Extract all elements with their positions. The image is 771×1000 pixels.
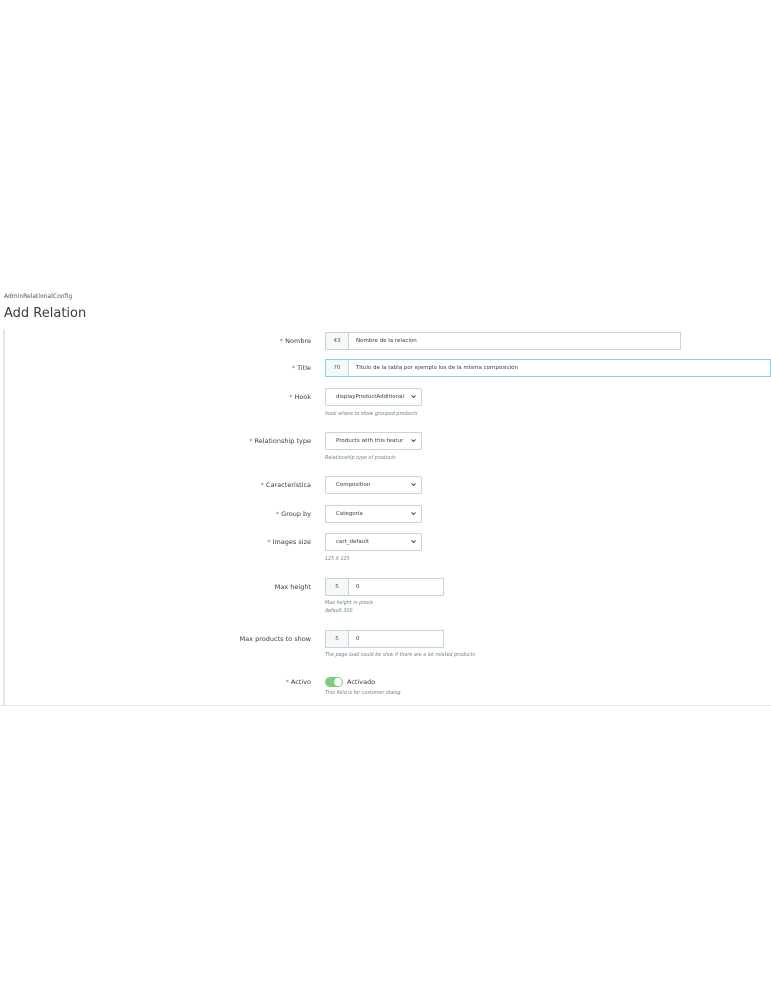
required-marker: * xyxy=(275,510,280,518)
hook-label: * Hook xyxy=(289,393,311,401)
chevron-down-icon xyxy=(411,439,416,443)
hook-select[interactable]: displayProductAdditional xyxy=(325,388,422,406)
max-products-help: The page load could be slow if there are… xyxy=(325,653,476,658)
title-char-counter: 70 xyxy=(326,360,349,376)
group-by-selected-value: Categoría xyxy=(336,511,363,517)
toggle-knob xyxy=(334,678,342,686)
images-size-help: 125 X 125 xyxy=(325,557,350,562)
title-label: * Title xyxy=(291,364,311,372)
activo-label: * Activo xyxy=(285,678,311,686)
breadcrumb[interactable]: AdminRelationalConfig xyxy=(4,293,72,300)
form-panel: * Nombre 43 Nombre de la relación * Title … xyxy=(0,329,771,706)
group-by-label: * Group by xyxy=(275,510,311,518)
toggle-switch[interactable] xyxy=(325,677,343,687)
max-height-counter: 5 xyxy=(326,579,349,595)
activo-state-label: Activado xyxy=(347,678,376,686)
chevron-down-icon xyxy=(411,540,416,544)
page-title: Add Relation xyxy=(4,306,87,321)
required-marker: * xyxy=(267,538,271,546)
chevron-down-icon xyxy=(411,483,416,487)
chevron-down-icon xyxy=(411,512,416,516)
max-height-help-line1: Max height in pixels xyxy=(325,601,374,606)
max-height-help: Max height in pixels default 300 xyxy=(325,600,444,616)
panel-left-border xyxy=(3,329,5,705)
max-height-label: Max height xyxy=(274,583,311,591)
activo-help: This field is for customer dialog xyxy=(325,691,401,696)
title-input[interactable]: 70 Titulo de la tabla por ejemplo los de… xyxy=(325,359,771,377)
chevron-down-icon xyxy=(411,395,416,399)
required-marker: * xyxy=(279,337,284,345)
max-height-value[interactable]: 0 xyxy=(349,579,360,595)
nombre-value[interactable]: Nombre de la relación xyxy=(349,333,417,349)
max-products-label: Max products to show xyxy=(239,635,311,643)
required-marker: * xyxy=(249,437,253,445)
images-size-selected-value: cart_default xyxy=(336,539,369,545)
required-marker: * xyxy=(289,393,293,401)
nombre-input[interactable]: 43 Nombre de la relación xyxy=(325,332,681,350)
max-products-input[interactable]: 5 0 xyxy=(325,630,444,648)
max-height-input[interactable]: 5 0 xyxy=(325,578,444,596)
required-marker: * xyxy=(260,481,264,489)
relationship-type-selected-value: Products with this featur xyxy=(336,438,404,444)
title-value[interactable]: Titulo de la tabla por ejemplo los de la… xyxy=(349,360,518,376)
activo-toggle[interactable]: Activado xyxy=(325,677,401,687)
max-height-help-line2: default 300 xyxy=(325,609,353,614)
relationship-type-label: * Relationship type xyxy=(249,437,311,445)
max-products-value[interactable]: 0 xyxy=(349,631,360,647)
max-products-counter: 5 xyxy=(326,631,349,647)
hook-selected-value: displayProductAdditional xyxy=(336,394,405,400)
caracteristica-label: * Característica xyxy=(260,481,311,489)
required-marker: * xyxy=(285,678,289,686)
relationship-type-select[interactable]: Products with this featur xyxy=(325,432,422,450)
required-marker: * xyxy=(291,364,296,372)
caracteristica-selected-value: Composition xyxy=(336,482,371,488)
images-size-select[interactable]: cart_default xyxy=(325,533,422,551)
hook-help: hook where to show grouped products xyxy=(325,412,418,417)
nombre-char-counter: 43 xyxy=(326,333,349,349)
group-by-select[interactable]: Categoría xyxy=(325,505,422,523)
relationship-type-help: Relationship type of products xyxy=(325,456,396,461)
caracteristica-select[interactable]: Composition xyxy=(325,476,422,494)
images-size-label: * Images size xyxy=(267,538,311,546)
nombre-label: * Nombre xyxy=(279,337,311,345)
